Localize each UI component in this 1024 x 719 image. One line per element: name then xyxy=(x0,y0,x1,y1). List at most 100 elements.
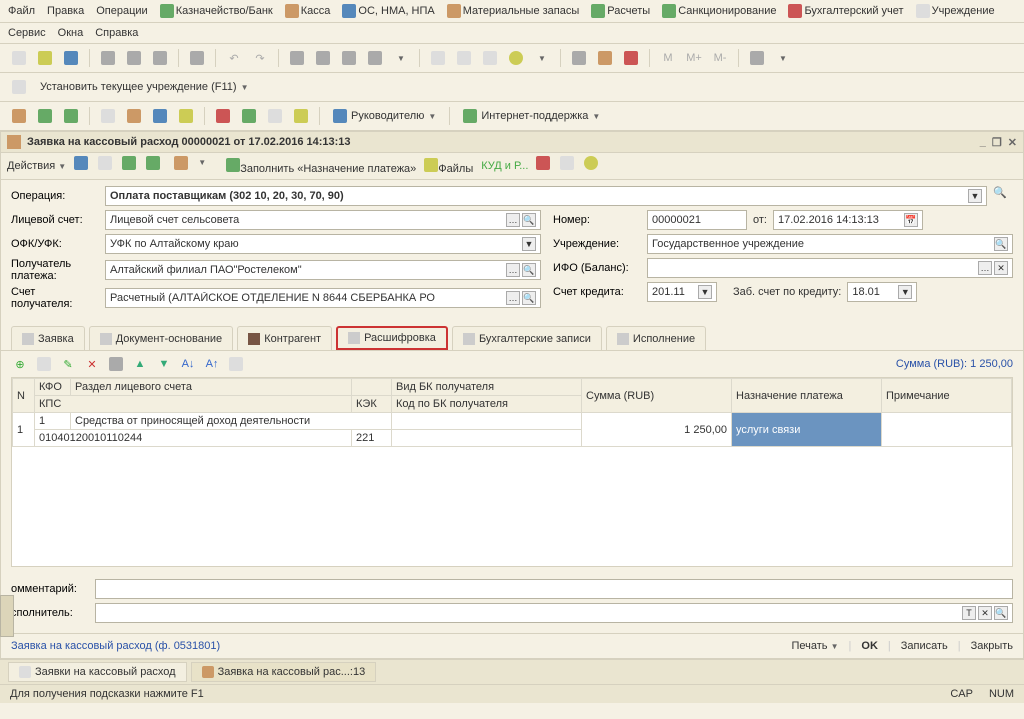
menu-edit[interactable]: Правка xyxy=(47,4,84,18)
tb-m-icon[interactable]: M xyxy=(657,47,679,69)
tb3-i10-icon[interactable] xyxy=(264,105,286,127)
tb2-set-institution[interactable]: Установить текущее учреждение (F11) ▼ xyxy=(34,78,255,96)
clear-icon[interactable]: ✕ xyxy=(978,606,992,620)
tb-new-icon[interactable] xyxy=(8,47,30,69)
wintab-2[interactable]: Заявка на кассовый рас...:13 xyxy=(191,662,377,682)
tb-mplus-icon[interactable]: M+ xyxy=(683,47,705,69)
tb3-i11-icon[interactable] xyxy=(290,105,312,127)
operation-input[interactable]: Оплата поставщикам (302 10, 20, 30, 70, … xyxy=(105,186,987,206)
data-grid[interactable]: N КФО Раздел лицевого счета Вид БК получ… xyxy=(11,377,1013,567)
tb3-support[interactable]: Интернет-поддержка ▼ xyxy=(457,106,606,126)
doc-tb2-icon[interactable] xyxy=(98,156,118,176)
tb3-manager[interactable]: Руководителю ▼ xyxy=(327,106,442,126)
doc-tb5-icon[interactable] xyxy=(174,156,194,176)
tb-open-icon[interactable] xyxy=(34,47,56,69)
win-minimize-icon[interactable]: _ xyxy=(980,136,986,149)
tb3-i7-icon[interactable] xyxy=(175,105,197,127)
col-sum[interactable]: Сумма (RUB) xyxy=(582,379,732,413)
menu-windows[interactable]: Окна xyxy=(58,27,84,39)
menu-sanc[interactable]: Санкционирование xyxy=(662,4,776,18)
tb-redo-icon[interactable]: ↷ xyxy=(249,47,271,69)
tb-item2-icon[interactable] xyxy=(312,47,334,69)
tb-grid2-icon[interactable] xyxy=(453,47,475,69)
menu-accounting[interactable]: Бухгалтерский учет xyxy=(788,4,903,18)
payee-input[interactable]: Алтайский филиал ПАО"Ростелеком"…🔍 xyxy=(105,260,541,280)
calendar-icon[interactable]: 📅 xyxy=(904,213,918,227)
dropdown-icon[interactable]: ▼ xyxy=(522,237,536,251)
operation-search-icon[interactable]: 🔍 xyxy=(993,186,1013,206)
tb-dd2-icon[interactable]: ▼ xyxy=(531,47,553,69)
tb-dropdown-icon[interactable]: ▼ xyxy=(390,47,412,69)
menu-file[interactable]: Файл xyxy=(8,4,35,18)
tb-help-icon[interactable] xyxy=(505,47,527,69)
tab-execution[interactable]: Исполнение xyxy=(606,326,706,350)
search-icon[interactable]: 🔍 xyxy=(522,291,536,305)
gb-icon1[interactable] xyxy=(107,355,125,373)
tb-wrench-icon[interactable] xyxy=(746,47,768,69)
form-info[interactable]: Заявка на кассовый расход (ф. 0531801) xyxy=(11,640,220,652)
doc-tb6-icon[interactable] xyxy=(536,156,556,176)
tab-decoding[interactable]: Расшифровка xyxy=(336,326,448,350)
move-down-icon[interactable]: ▼ xyxy=(155,355,173,373)
close-button[interactable]: Закрыть xyxy=(971,640,1013,652)
tb-calc-icon[interactable] xyxy=(568,47,590,69)
add-row-icon[interactable]: ⊕ xyxy=(11,355,29,373)
exec-input[interactable]: T✕🔍 xyxy=(95,603,1013,623)
ifo-input[interactable]: …✕ xyxy=(647,258,1013,278)
tb-item4-icon[interactable] xyxy=(364,47,386,69)
comment-input[interactable] xyxy=(95,579,1013,599)
credit-input[interactable]: 201.11▼ xyxy=(647,282,717,302)
num-input[interactable]: 00000021 xyxy=(647,210,747,230)
doc-kud-button[interactable]: КУД и Р... xyxy=(481,160,528,172)
zab-input[interactable]: 18.01▼ xyxy=(847,282,917,302)
tb2-inst-icon[interactable] xyxy=(8,76,30,98)
tb-item3-icon[interactable] xyxy=(338,47,360,69)
doc-fill-button[interactable]: Заполнить «Назначение платежа» xyxy=(226,158,416,175)
menu-os[interactable]: ОС, НМА, НПА xyxy=(342,4,434,18)
tb-cut-icon[interactable] xyxy=(97,47,119,69)
col-kps[interactable]: КПС xyxy=(35,396,352,413)
menu-help[interactable]: Справка xyxy=(95,27,138,39)
search-icon[interactable]: 🔍 xyxy=(522,263,536,277)
menu-treasury[interactable]: Казначейство/Банк xyxy=(160,4,273,18)
col-kfo[interactable]: КФО xyxy=(35,379,71,396)
ok-button[interactable]: OK xyxy=(861,640,878,652)
acc-input[interactable]: Расчетный (АЛТАЙСКОЕ ОТДЕЛЕНИЕ N 8644 СБ… xyxy=(105,288,541,308)
ellipsis-icon[interactable]: … xyxy=(978,261,992,275)
doc-actions[interactable]: Действия ▼ xyxy=(7,160,66,172)
tab-basis[interactable]: Документ-основание xyxy=(89,326,233,350)
dropdown-icon[interactable]: ▼ xyxy=(698,285,712,299)
date-input[interactable]: 17.02.2016 14:13:13📅 xyxy=(773,210,923,230)
doc-tbdd-icon[interactable]: ▼ xyxy=(198,156,218,176)
doc-tb7-icon[interactable] xyxy=(560,156,580,176)
tb3-i5-icon[interactable] xyxy=(123,105,145,127)
tb-mminus-icon[interactable]: M- xyxy=(709,47,731,69)
doc-tb1-icon[interactable] xyxy=(74,156,94,176)
menu-mat[interactable]: Материальные запасы xyxy=(447,4,580,18)
win-close-icon[interactable]: ✕ xyxy=(1008,136,1017,149)
copy-row-icon[interactable] xyxy=(35,355,53,373)
table-row[interactable]: 1 1 Средства от приносящей доход деятель… xyxy=(13,413,1012,430)
doc-tb3-icon[interactable] xyxy=(122,156,142,176)
tb3-i3-icon[interactable] xyxy=(60,105,82,127)
ellipsis-icon[interactable]: … xyxy=(506,263,520,277)
tb3-i9-icon[interactable] xyxy=(238,105,260,127)
tb-grid1-icon[interactable] xyxy=(427,47,449,69)
cell-purpose[interactable]: услуги связи xyxy=(732,413,882,447)
ofk-input[interactable]: УФК по Алтайскому краю▼ xyxy=(105,234,541,254)
edit-row-icon[interactable]: ✎ xyxy=(59,355,77,373)
sort-asc-icon[interactable]: A↓ xyxy=(179,355,197,373)
tb3-i2-icon[interactable] xyxy=(34,105,56,127)
gb-settings-icon[interactable] xyxy=(227,355,245,373)
ellipsis-icon[interactable]: … xyxy=(506,213,520,227)
col-section[interactable]: Раздел лицевого счета xyxy=(71,379,352,396)
tb-search-icon[interactable] xyxy=(186,47,208,69)
ls-input[interactable]: Лицевой счет сельсовета…🔍 xyxy=(105,210,541,230)
sort-desc-icon[interactable]: A↑ xyxy=(203,355,221,373)
delete-row-icon[interactable]: ✕ xyxy=(83,355,101,373)
tb3-i8-icon[interactable] xyxy=(212,105,234,127)
search-icon[interactable]: 🔍 xyxy=(994,237,1008,251)
side-tab[interactable] xyxy=(0,595,14,637)
clear-icon[interactable]: ✕ xyxy=(994,261,1008,275)
win-restore-icon[interactable]: ❐ xyxy=(992,136,1002,149)
